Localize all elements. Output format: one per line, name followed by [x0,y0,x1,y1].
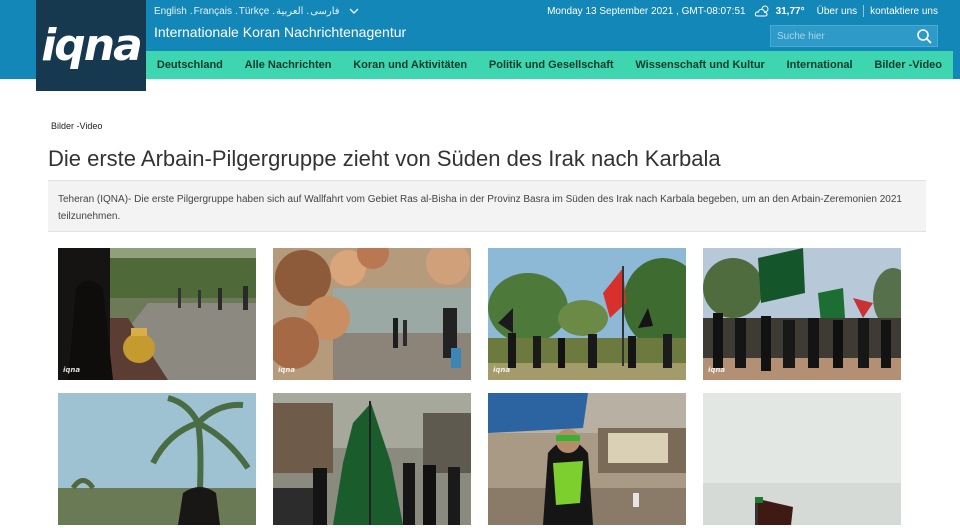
pilgrim-photo-image [488,248,686,380]
article-lead: Teheran (IQNA)- Die erste Pilgergruppe h… [48,180,926,232]
search-icon[interactable] [915,27,933,45]
lang-turkish[interactable]: Türkçe [239,6,270,17]
search-input[interactable] [771,30,915,42]
pilgrim-photo-image [703,248,901,380]
photo-watermark: iqna [708,366,726,374]
site-title[interactable]: Internationale Koran Nachrichtenagentur [154,24,406,40]
photo-watermark: iqna [278,366,296,374]
about-link[interactable]: Über uns [817,6,858,17]
pilgrim-photo-image [703,393,901,525]
nav-item-deutschland[interactable]: Deutschland [157,59,223,71]
logo-wordmark: iqna [41,20,143,71]
gallery-photo[interactable]: iqna [488,248,686,380]
pilgrim-photo-image [273,393,471,525]
current-date: Monday 13 September 2021 , GMT-08:07:51 [547,5,746,17]
divider [863,5,865,17]
temperature: 31,77° [775,5,805,17]
gallery-photo[interactable]: iqna [703,248,901,380]
gallery-photo[interactable] [488,393,686,525]
lang-french[interactable]: Français [194,6,232,17]
chevron-down-icon[interactable] [348,5,360,17]
photo-watermark: iqna [63,366,81,374]
contact-link[interactable]: kontaktiere uns [870,6,938,17]
photo-gallery: iqna iqna iqna iqna [58,248,903,525]
photo-watermark: iqna [493,366,511,374]
pilgrim-photo-image [488,393,686,525]
site-logo[interactable]: iqna [36,0,146,91]
language-switcher[interactable]: English. Français. Türkçe. العربية. فارس… [154,4,360,18]
nav-item-bilder-video[interactable]: Bilder -Video [874,59,942,71]
page-title: Die erste Arbain-Pilgergruppe zieht von … [48,146,721,171]
header-info-bar: Monday 13 September 2021 , GMT-08:07:51 … [547,4,938,18]
gallery-photo[interactable]: iqna [273,248,471,380]
lang-persian[interactable]: فارسی [310,6,339,17]
gallery-photo[interactable] [703,393,901,525]
nav-item-alle-nachrichten[interactable]: Alle Nachrichten [245,59,332,71]
nav-item-politik[interactable]: Politik und Gesellschaft [489,59,614,71]
main-navigation: Deutschland Alle Nachrichten Koran und A… [146,51,953,79]
pilgrim-photo-image [58,248,256,380]
gallery-photo[interactable]: iqna [58,248,256,380]
nav-item-international[interactable]: International [787,59,853,71]
gallery-photo[interactable] [58,393,256,525]
nav-item-koran[interactable]: Koran und Aktivitäten [353,59,467,71]
gallery-photo[interactable] [273,393,471,525]
breadcrumb[interactable]: Bilder -Video [51,121,102,131]
search-box [770,25,938,47]
lang-english[interactable]: English [154,6,187,17]
nav-item-wissenschaft[interactable]: Wissenschaft und Kultur [635,59,764,71]
pilgrim-photo-image [273,248,471,380]
weather-cloud-icon [754,5,769,17]
pilgrim-photo-image [58,393,256,525]
lang-arabic[interactable]: العربية [276,6,303,17]
